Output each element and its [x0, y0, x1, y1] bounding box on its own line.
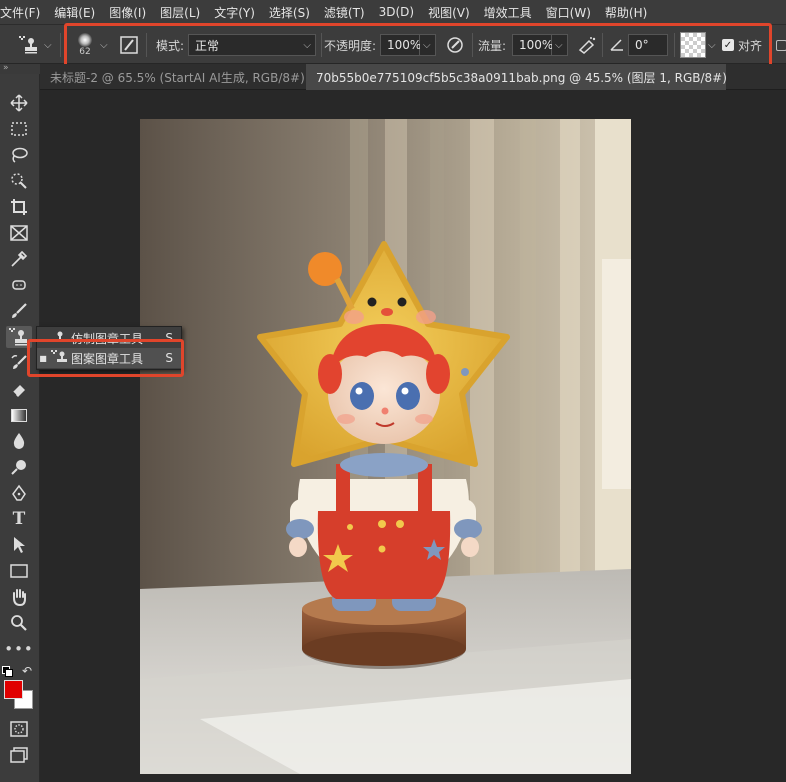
- tab-label: 未标题-2 @ 65.5% (StartAI AI生成, RGB/8#) *: [50, 70, 306, 85]
- foreground-color-swatch[interactable]: [4, 680, 23, 699]
- menu-window[interactable]: 窗口(W): [546, 4, 591, 21]
- tools-panel: T ••• ↶: [0, 74, 40, 782]
- tab-label: 70b55b0e775109cf5b5c38a0911bab.png @ 45.…: [316, 70, 726, 85]
- brush-tool[interactable]: [6, 300, 32, 322]
- move-tool[interactable]: [6, 92, 32, 114]
- quick-select-icon: [11, 173, 27, 189]
- document-tab-bar: 未标题-2 @ 65.5% (StartAI AI生成, RGB/8#) * ×…: [40, 64, 786, 90]
- rectangle-icon: [10, 564, 28, 578]
- menu-plugins[interactable]: 增效工具: [484, 4, 532, 21]
- impressionist-checkbox[interactable]: [776, 25, 786, 65]
- swap-colors-icon[interactable]: ↶: [22, 664, 32, 678]
- menu-edit[interactable]: 编辑(E): [54, 4, 95, 21]
- zoom-tool[interactable]: [6, 612, 32, 634]
- default-colors-button[interactable]: [2, 666, 14, 678]
- options-highlight-box: [64, 23, 772, 69]
- eraser-tool[interactable]: [6, 378, 32, 400]
- gradient-tool[interactable]: [6, 404, 32, 426]
- menu-help[interactable]: 帮助(H): [605, 4, 647, 21]
- menu-view[interactable]: 视图(V): [428, 4, 470, 21]
- eraser-icon: [12, 385, 25, 397]
- felt-doll-photo: [140, 119, 631, 774]
- menu-type[interactable]: 文字(Y): [214, 4, 255, 21]
- quick-mask-button[interactable]: [6, 718, 32, 740]
- zoom-icon: [11, 615, 27, 631]
- healing-icon: [12, 280, 26, 290]
- pen-tool[interactable]: [6, 482, 32, 504]
- quick-mask-icon: [10, 721, 28, 737]
- gradient-icon: [11, 408, 27, 422]
- menu-filter[interactable]: 滤镜(T): [324, 4, 365, 21]
- divider: [60, 33, 61, 57]
- menu-layer[interactable]: 图层(L): [160, 4, 200, 21]
- lasso-tool[interactable]: [6, 144, 32, 166]
- collapse-icon: »: [3, 63, 9, 73]
- screen-mode-button[interactable]: [6, 744, 32, 766]
- lasso-icon: [12, 147, 28, 163]
- screen-mode-icon: [10, 747, 28, 763]
- dodge-icon: [11, 460, 26, 475]
- hand-tool[interactable]: [6, 586, 32, 608]
- marquee-icon: [11, 122, 27, 136]
- frame-icon: [10, 225, 28, 241]
- tool-preset-chevron[interactable]: ⌵: [44, 25, 52, 65]
- hand-icon: [13, 589, 26, 606]
- path-select-icon: [14, 537, 25, 553]
- menu-3d[interactable]: 3D(D): [379, 5, 414, 19]
- menu-bar: 文件(F) 编辑(E) 图像(I) 图层(L) 文字(Y) 选择(S) 滤镜(T…: [0, 0, 786, 24]
- menu-file[interactable]: 文件(F): [0, 4, 40, 21]
- pen-icon: [12, 484, 26, 501]
- healing-tool[interactable]: [6, 274, 32, 296]
- tool-preset-picker[interactable]: [14, 25, 44, 65]
- type-icon: T: [12, 509, 26, 529]
- history-brush-icon: [11, 355, 27, 369]
- document-canvas-image[interactable]: [140, 119, 631, 774]
- path-select-tool[interactable]: [6, 534, 32, 556]
- more-tools[interactable]: •••: [4, 638, 34, 660]
- rectangle-tool[interactable]: [6, 560, 32, 582]
- brush-icon: [12, 303, 27, 318]
- quick-select-tool[interactable]: [6, 170, 32, 192]
- menu-select[interactable]: 选择(S): [269, 4, 310, 21]
- tab-untitled-2[interactable]: 未标题-2 @ 65.5% (StartAI AI生成, RGB/8#) * ×: [40, 64, 306, 90]
- type-tool[interactable]: T: [6, 508, 32, 530]
- menu-image[interactable]: 图像(I): [109, 4, 146, 21]
- tab-active-document[interactable]: 70b55b0e775109cf5b5c38a0911bab.png @ 45.…: [306, 64, 726, 90]
- flyout-highlight-box: [27, 339, 184, 377]
- marquee-tool[interactable]: [6, 118, 32, 140]
- unchecked-box-icon[interactable]: [776, 39, 786, 51]
- crop-tool[interactable]: [6, 196, 32, 218]
- blur-tool[interactable]: [6, 430, 32, 452]
- crop-icon: [11, 199, 27, 215]
- eyedropper-icon: [11, 250, 28, 267]
- pattern-stamp-icon: [19, 36, 37, 54]
- eyedropper-tool[interactable]: [6, 248, 32, 270]
- move-icon: [10, 94, 28, 112]
- dodge-tool[interactable]: [6, 456, 32, 478]
- more-icon: •••: [4, 640, 34, 658]
- blur-icon: [13, 433, 25, 449]
- chevron-down-icon: ⌵: [44, 39, 52, 51]
- frame-tool[interactable]: [6, 222, 32, 244]
- panel-collapse-strip[interactable]: »: [0, 64, 40, 74]
